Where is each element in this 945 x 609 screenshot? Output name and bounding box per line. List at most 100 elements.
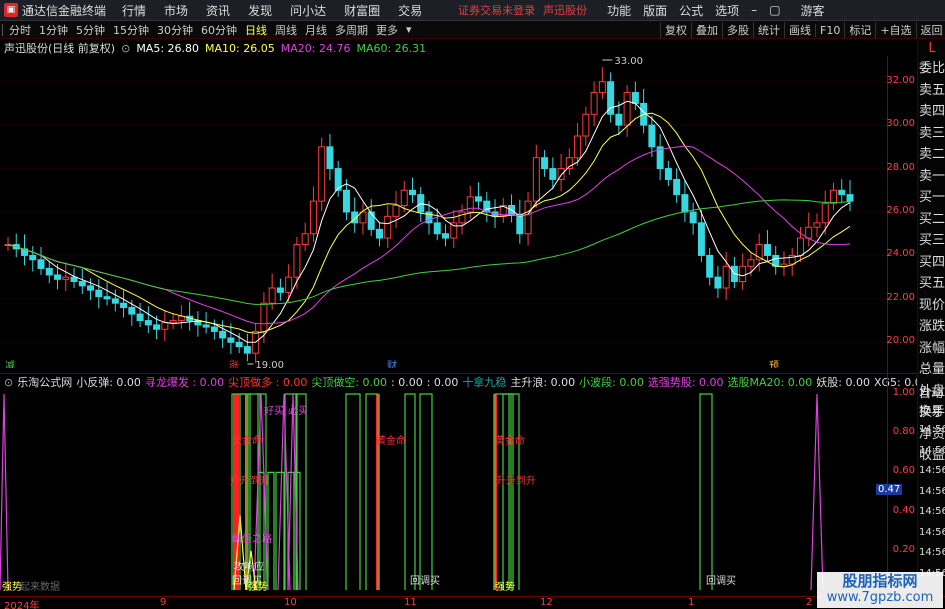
btn-stats[interactable]: 统计 <box>753 22 784 38</box>
candle[interactable] <box>681 180 689 222</box>
candle[interactable] <box>813 213 821 238</box>
quote-field[interactable]: 买一 <box>918 187 945 209</box>
quote-field[interactable]: 卖五 <box>918 80 945 102</box>
candle[interactable] <box>805 212 813 247</box>
candle[interactable] <box>12 233 20 258</box>
candle[interactable] <box>408 177 416 203</box>
quote-field[interactable]: 买三 <box>918 230 945 252</box>
period-15min[interactable]: 15分钟 <box>109 22 153 38</box>
event-marker[interactable]: 减 <box>5 360 15 368</box>
candle[interactable] <box>375 221 383 247</box>
menu-function[interactable]: 功能 <box>607 2 631 19</box>
candle[interactable] <box>210 319 218 340</box>
menu-market[interactable]: 市场 <box>164 2 188 19</box>
legend-settings-icon[interactable]: ⊙ <box>121 42 130 55</box>
btn-multi-stock[interactable]: 多股 <box>722 22 753 38</box>
quote-field[interactable]: L <box>918 40 945 58</box>
menu-wealth[interactable]: 财富圈 <box>344 2 380 19</box>
candle[interactable] <box>161 309 169 341</box>
candle[interactable] <box>541 150 549 177</box>
maximize-icon[interactable]: ▢ <box>769 3 780 17</box>
period-multi[interactable]: 多周期 <box>331 22 372 38</box>
candle[interactable] <box>326 134 334 181</box>
period-timeshare[interactable]: 分时 <box>5 22 35 38</box>
candle[interactable] <box>70 267 78 288</box>
btn-add-watch[interactable]: +自选 <box>875 22 915 38</box>
candle[interactable] <box>763 230 771 262</box>
period-60min[interactable]: 60分钟 <box>197 22 241 38</box>
quote-field[interactable]: 买四 <box>918 252 945 274</box>
quote-field[interactable]: 买五 <box>918 273 945 295</box>
candle[interactable] <box>846 180 854 212</box>
candle[interactable] <box>309 186 317 242</box>
quote-field[interactable]: 卖二 <box>918 144 945 166</box>
menu-news[interactable]: 资讯 <box>206 2 230 19</box>
btn-back[interactable]: 返回 <box>915 22 945 38</box>
quote-field[interactable]: 卖四 <box>918 101 945 123</box>
candle[interactable] <box>565 148 573 176</box>
candle[interactable] <box>788 247 796 276</box>
candle[interactable] <box>359 202 367 235</box>
quote-field[interactable]: 买二 <box>918 209 945 231</box>
trade-label[interactable]: 交易 <box>917 402 945 420</box>
period-1min[interactable]: 1分钟 <box>35 22 72 38</box>
candle[interactable] <box>219 320 227 348</box>
candle[interactable] <box>442 224 450 247</box>
candle[interactable] <box>103 282 111 306</box>
candle[interactable] <box>706 247 714 286</box>
btn-adjust[interactable]: 复权 <box>660 22 691 38</box>
btn-overlay[interactable]: 叠加 <box>691 22 722 38</box>
candle[interactable] <box>392 190 400 229</box>
candle[interactable] <box>78 268 86 295</box>
candle[interactable] <box>582 106 590 146</box>
candle[interactable] <box>772 246 780 275</box>
candle[interactable] <box>29 246 37 272</box>
candle[interactable] <box>318 137 326 212</box>
candle[interactable] <box>144 306 152 334</box>
candle[interactable] <box>169 312 177 330</box>
menu-discover[interactable]: 发现 <box>248 2 272 19</box>
candle[interactable] <box>136 302 144 328</box>
btn-mark[interactable]: 标记 <box>844 22 875 38</box>
candle[interactable] <box>656 134 664 181</box>
candle[interactable] <box>285 264 293 303</box>
menu-quotes[interactable]: 行情 <box>122 2 146 19</box>
candle[interactable] <box>120 290 128 318</box>
candle[interactable] <box>276 278 284 301</box>
candle[interactable] <box>829 182 837 210</box>
candle[interactable] <box>367 199 375 236</box>
candle[interactable] <box>111 289 119 312</box>
quote-field[interactable]: 总量 <box>918 359 945 381</box>
candle[interactable] <box>739 253 747 290</box>
candle[interactable] <box>194 311 202 337</box>
candle[interactable] <box>532 144 540 208</box>
candle[interactable] <box>351 197 359 233</box>
candle[interactable] <box>450 210 458 249</box>
candle[interactable] <box>623 84 631 137</box>
candle[interactable] <box>821 190 829 235</box>
candle[interactable] <box>689 202 697 235</box>
event-marker[interactable]: 预 <box>769 360 779 368</box>
candle[interactable] <box>516 199 524 244</box>
candle[interactable] <box>301 222 309 252</box>
candle[interactable] <box>4 236 12 252</box>
candle[interactable] <box>252 323 260 364</box>
guest-user[interactable]: 游客 <box>801 2 825 19</box>
candle[interactable] <box>186 301 194 331</box>
candle[interactable] <box>714 266 722 298</box>
candle[interactable] <box>95 279 103 309</box>
quote-field[interactable]: 卖三 <box>918 123 945 145</box>
candle[interactable] <box>590 81 598 127</box>
quote-field[interactable]: 涨跌 <box>918 316 945 338</box>
menu-trade[interactable]: 交易 <box>398 2 422 19</box>
period-weekly[interactable]: 周线 <box>271 22 301 38</box>
quote-field[interactable]: 现价 <box>918 295 945 317</box>
period-5min[interactable]: 5分钟 <box>72 22 109 38</box>
candle[interactable] <box>62 262 70 292</box>
candle[interactable] <box>475 182 483 210</box>
period-30min[interactable]: 30分钟 <box>153 22 197 38</box>
candle[interactable] <box>607 72 615 123</box>
menu-layout[interactable]: 版面 <box>643 2 667 19</box>
minimize-icon[interactable]: – <box>751 3 757 17</box>
auto-label[interactable]: 自动 <box>917 384 945 402</box>
